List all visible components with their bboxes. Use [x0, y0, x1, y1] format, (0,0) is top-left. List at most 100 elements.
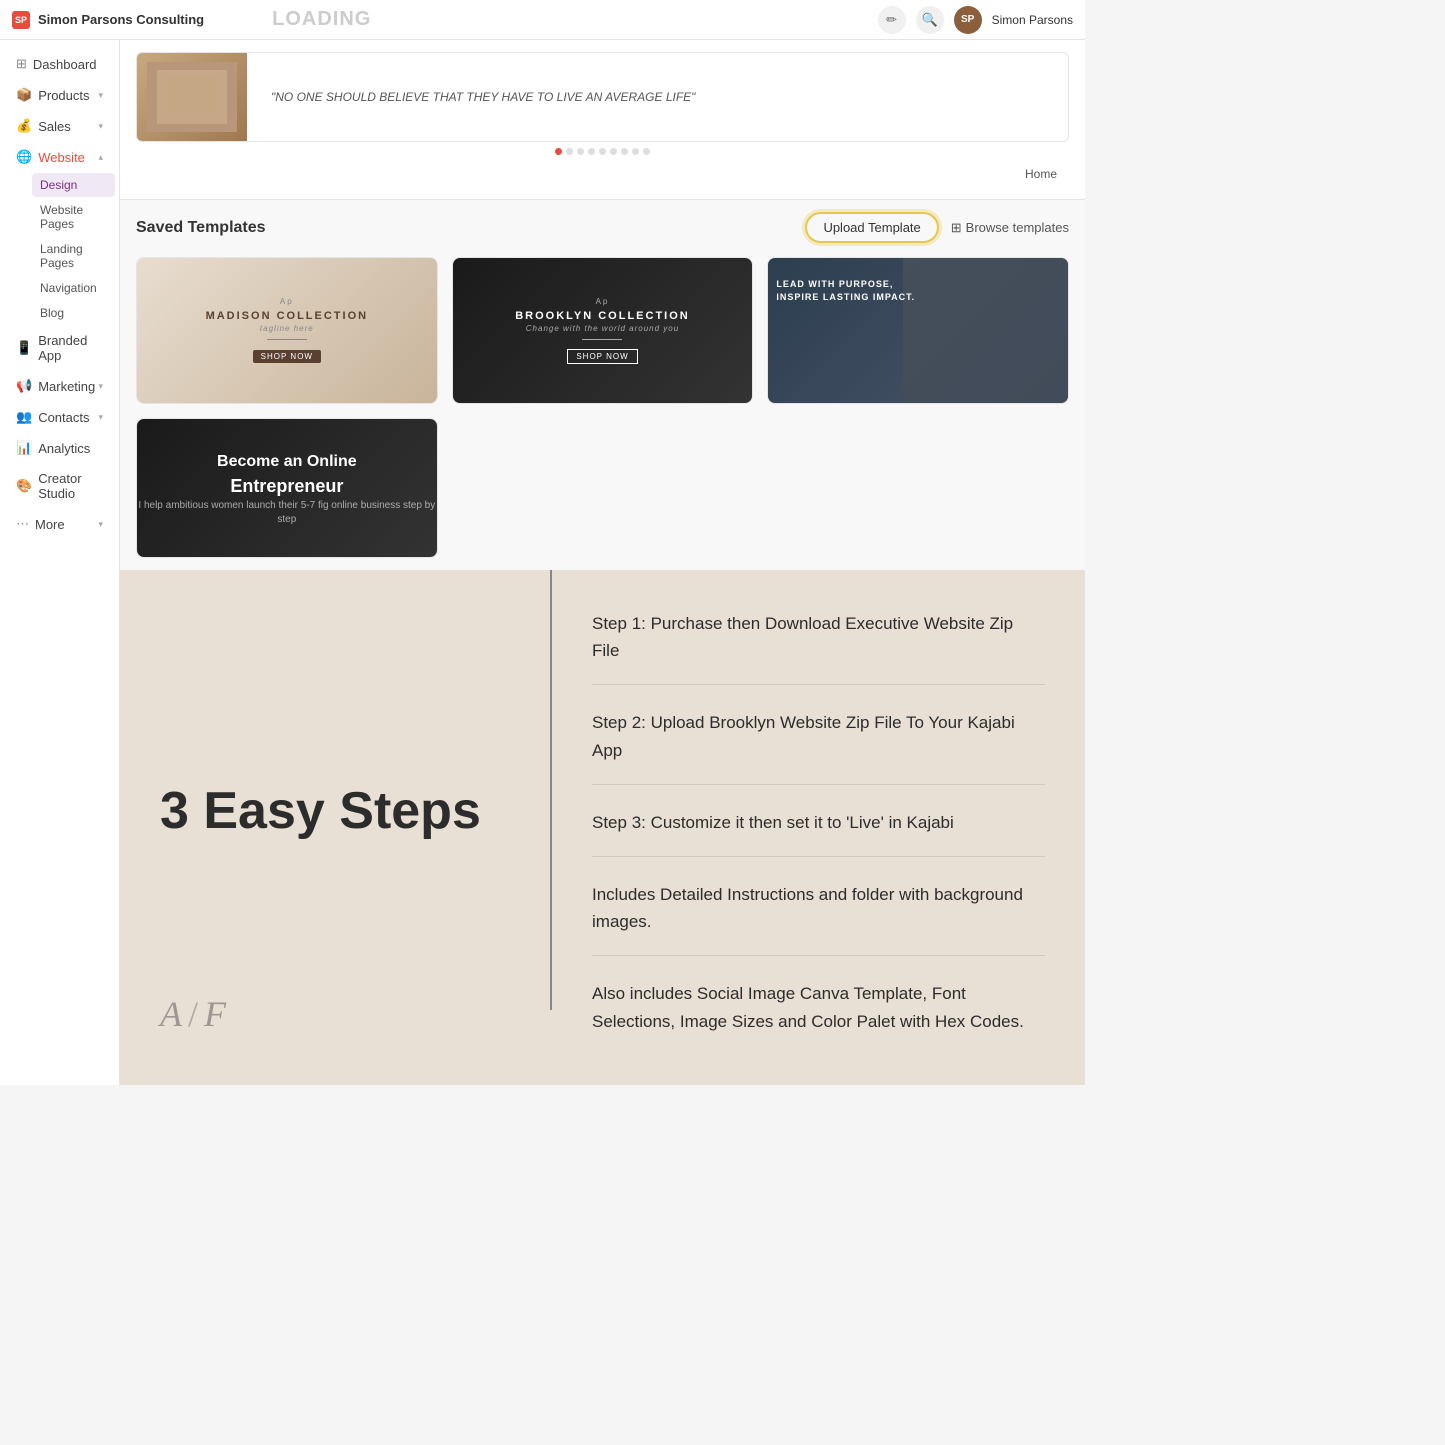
- marketing-icon: 📢: [16, 378, 32, 394]
- dot-5[interactable]: [599, 148, 606, 155]
- sidebar-item-label-more: More: [35, 517, 65, 532]
- dot-4[interactable]: [588, 148, 595, 155]
- sidebar-item-website[interactable]: 🌐 Website ▴: [4, 142, 115, 172]
- sidebar-sub-item-landing-pages[interactable]: Landing Pages: [32, 237, 115, 275]
- template-card-brooklyn: Ap BROOKLYN COLLECTION Change with the w…: [452, 257, 754, 404]
- bottom-logo: A / F: [160, 993, 510, 1035]
- website-submenu: Design Website Pages Landing Pages Navig…: [0, 173, 119, 325]
- dot-1[interactable]: [555, 148, 562, 155]
- page-title: LOADING: [272, 8, 371, 31]
- contacts-icon: 👥: [16, 409, 32, 425]
- website-icon: 🌐: [16, 149, 32, 165]
- sales-icon: 💰: [16, 118, 32, 134]
- app-layout: ⊞ Dashboard 📦 Products ▾ 💰 Sales ▾ 🌐 Web…: [0, 40, 1085, 1085]
- brooklyn2-thumb-sub: I help ambitious women launch their 5-7 …: [137, 499, 437, 527]
- sidebar-item-label-creator-studio: Creator Studio: [38, 471, 103, 501]
- madison-thumbnail: Ap MADISON COLLECTION tagline here SHOP …: [137, 258, 437, 403]
- chevron-up-icon: ▴: [98, 152, 103, 163]
- step-4-text: Includes Detailed Instructions and folde…: [592, 881, 1045, 935]
- chevron-down-icon-sales: ▾: [98, 121, 103, 132]
- template-grid: Ap MADISON COLLECTION tagline here SHOP …: [136, 257, 1069, 558]
- chevron-down-icon-more: ▾: [98, 519, 103, 530]
- sidebar-item-label-dashboard: Dashboard: [33, 57, 97, 72]
- template-card-brooklyn2: Become an Online Entrepreneur I help amb…: [136, 418, 438, 558]
- dashboard-icon: ⊞: [16, 56, 27, 72]
- chevron-down-icon-contacts: ▾: [98, 412, 103, 423]
- search-icon[interactable]: 🔍: [916, 6, 944, 34]
- logo-f: F: [204, 993, 226, 1035]
- user-avatar[interactable]: SP: [954, 6, 982, 34]
- bottom-right: Step 1: Purchase then Download Executive…: [552, 570, 1085, 1085]
- top-bar: SP Simon Parsons Consulting LOADING ✏ 🔍 …: [0, 0, 1085, 40]
- logo-a: A: [160, 993, 182, 1035]
- step-5-section: Also includes Social Image Canva Templat…: [592, 980, 1045, 1054]
- sidebar-sub-item-design[interactable]: Design: [32, 173, 115, 197]
- hero-section: "NO ONE SHOULD BELIEVE THAT THEY HAVE TO…: [120, 40, 1085, 200]
- sidebar-item-label-branded-app: Branded App: [38, 333, 103, 363]
- creator-studio-icon: 🎨: [16, 478, 32, 494]
- home-btn-container: Home: [136, 161, 1069, 187]
- dot-6[interactable]: [610, 148, 617, 155]
- step-2-section: Step 2: Upload Brooklyn Website Zip File…: [592, 709, 1045, 784]
- chevron-down-icon: ▾: [98, 90, 103, 101]
- sidebar-sub-item-blog[interactable]: Blog: [32, 301, 115, 325]
- hero-inner: "NO ONE SHOULD BELIEVE THAT THEY HAVE TO…: [136, 52, 1069, 142]
- brooklyn-thumbnail: Ap BROOKLYN COLLECTION Change with the w…: [453, 258, 753, 403]
- sidebar-item-marketing[interactable]: 📢 Marketing ▾: [4, 371, 115, 401]
- products-icon: 📦: [16, 87, 32, 103]
- dot-7[interactable]: [621, 148, 628, 155]
- dot-9[interactable]: [643, 148, 650, 155]
- chevron-down-icon-marketing: ▾: [98, 381, 103, 392]
- templates-actions: Upload Template ⊞ Browse templates: [805, 212, 1069, 243]
- sidebar-item-creator-studio[interactable]: 🎨 Creator Studio: [4, 464, 115, 508]
- dot-8[interactable]: [632, 148, 639, 155]
- sidebar-item-more[interactable]: ⋯ More ▾: [4, 509, 115, 539]
- upload-template-button[interactable]: Upload Template: [805, 212, 938, 243]
- hero-thumbnail: [137, 52, 247, 142]
- template-card-executive: LEAD WITH PURPOSE, INSPIRE LASTING IMPAC…: [767, 257, 1069, 404]
- templates-section: Saved Templates Upload Template ⊞ Browse…: [120, 200, 1085, 570]
- user-name: Simon Parsons: [992, 13, 1073, 27]
- sidebar-item-label-website: Website: [38, 150, 85, 165]
- sidebar-item-label-sales: Sales: [38, 119, 71, 134]
- bottom-left: 3 Easy Steps A / F: [120, 570, 550, 1085]
- more-icon: ⋯: [16, 516, 29, 532]
- sidebar-item-dashboard[interactable]: ⊞ Dashboard: [4, 49, 115, 79]
- executive-thumbnail: LEAD WITH PURPOSE, INSPIRE LASTING IMPAC…: [768, 258, 1068, 403]
- step-4-section: Includes Detailed Instructions and folde…: [592, 881, 1045, 956]
- carousel-dots: [136, 142, 1069, 161]
- browse-templates-label: Browse templates: [966, 220, 1069, 235]
- sidebar-item-sales[interactable]: 💰 Sales ▾: [4, 111, 115, 141]
- step-1-text: Step 1: Purchase then Download Executive…: [592, 610, 1045, 664]
- brand-logo: SP: [12, 11, 30, 29]
- dot-3[interactable]: [577, 148, 584, 155]
- sidebar: ⊞ Dashboard 📦 Products ▾ 💰 Sales ▾ 🌐 Web…: [0, 40, 120, 1085]
- sidebar-sub-item-website-pages[interactable]: Website Pages: [32, 198, 115, 236]
- sidebar-item-label-contacts: Contacts: [38, 410, 89, 425]
- top-bar-right: ✏ 🔍 SP Simon Parsons: [878, 6, 1073, 34]
- home-link[interactable]: Home: [1025, 167, 1057, 181]
- brooklyn2-thumb-text: Become an Online Entrepreneur I help amb…: [137, 451, 437, 527]
- main-content: "NO ONE SHOULD BELIEVE THAT THEY HAVE TO…: [120, 40, 1085, 1085]
- step-3-section: Step 3: Customize it then set it to 'Liv…: [592, 809, 1045, 857]
- edit-icon[interactable]: ✏: [878, 6, 906, 34]
- sidebar-item-label-products: Products: [38, 88, 89, 103]
- top-bar-left: SP Simon Parsons Consulting LOADING: [12, 8, 371, 31]
- sidebar-item-branded-app[interactable]: 📱 Branded App: [4, 326, 115, 370]
- step-3-text: Step 3: Customize it then set it to 'Liv…: [592, 809, 1045, 836]
- sidebar-item-contacts[interactable]: 👥 Contacts ▾: [4, 402, 115, 432]
- easy-steps-title: 3 Easy Steps: [160, 780, 481, 842]
- sidebar-item-label-marketing: Marketing: [38, 379, 95, 394]
- dot-2[interactable]: [566, 148, 573, 155]
- sidebar-item-label-analytics: Analytics: [38, 441, 90, 456]
- grid-icon: ⊞: [951, 220, 962, 236]
- sidebar-item-products[interactable]: 📦 Products ▾: [4, 80, 115, 110]
- step-5-text: Also includes Social Image Canva Templat…: [592, 980, 1045, 1034]
- templates-section-title: Saved Templates: [136, 219, 266, 237]
- step-2-text: Step 2: Upload Brooklyn Website Zip File…: [592, 709, 1045, 763]
- sidebar-item-analytics[interactable]: 📊 Analytics: [4, 433, 115, 463]
- bottom-section: 3 Easy Steps A / F Step 1: Purchase then…: [120, 570, 1085, 1085]
- sidebar-sub-item-navigation[interactable]: Navigation: [32, 276, 115, 300]
- templates-header: Saved Templates Upload Template ⊞ Browse…: [136, 212, 1069, 243]
- browse-templates-button[interactable]: ⊞ Browse templates: [951, 220, 1069, 236]
